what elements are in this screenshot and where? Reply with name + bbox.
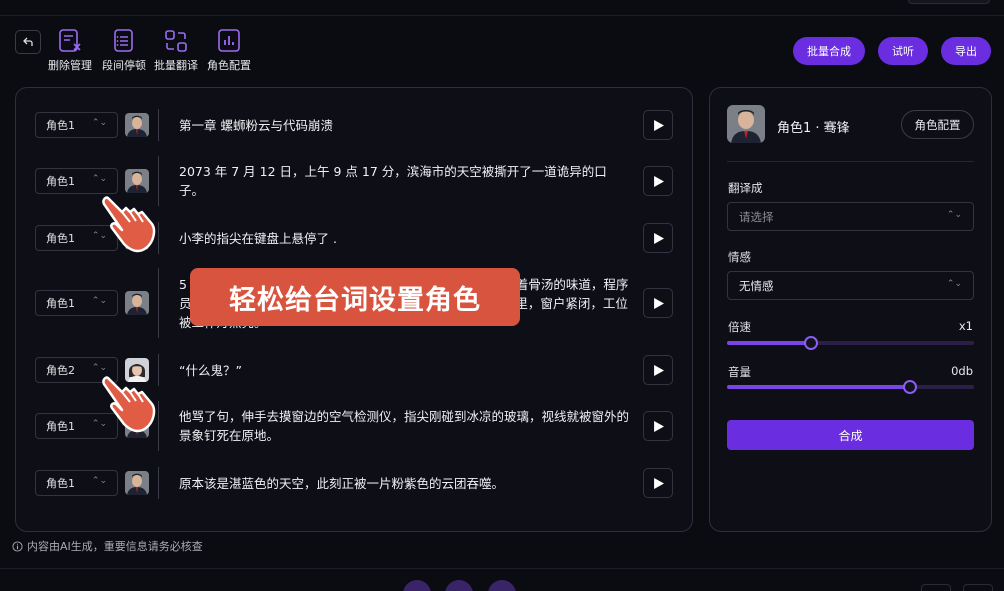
role-select[interactable]: 角色1 ⌃⌄ [35,470,118,496]
translate-placeholder: 请选择 [739,209,774,224]
info-icon [12,540,23,552]
pointing-hand-icon [102,376,156,433]
role-select[interactable]: 角色1 ⌃⌄ [35,290,118,316]
tool-label: 批量翻译 [154,59,198,72]
tool-label: 删除管理 [48,59,92,72]
speed-slider-fill [727,341,811,345]
chevron-updown-icon: ⌃⌄ [91,296,107,306]
pause-interval-icon [114,29,133,52]
play-button[interactable] [643,411,673,441]
role-select-value: 角色1 [46,420,75,433]
role-select-value: 角色1 [46,119,75,132]
play-button[interactable] [643,288,673,318]
volume-value: 0db [951,364,973,378]
synthesize-button[interactable]: 合成 [727,420,974,450]
role-select[interactable]: 角色1 ⌃⌄ [35,168,118,194]
back-arrow-icon [23,37,33,46]
top-right-tab[interactable] [908,0,990,4]
promo-overlay-banner: 轻松给台词设置角色 [190,268,520,326]
translate-label: 翻译成 [728,181,763,195]
pause-interval-button[interactable]: 段间停顿 [96,28,152,73]
line-text[interactable]: 原本该是湛蓝色的天空，此刻正被一片粉紫色的云团吞噬。 [179,474,629,493]
volume-slider-fill [727,385,910,389]
avatar [125,113,149,137]
role-name: 角色1 · 骞锋 [777,121,850,136]
play-button[interactable] [643,223,673,253]
play-icon [653,232,664,244]
line-text[interactable]: 他骂了句，伸手去摸窗边的空气检测仪，指尖刚碰到冰凉的玻璃，视线就被窗外的景象钉死… [179,407,629,445]
divider [727,161,974,162]
play-icon [653,297,664,309]
role-select[interactable]: 角色1 ⌃⌄ [35,112,118,138]
role-select-value: 角色1 [46,297,75,310]
speed-label: 倍速 [728,320,751,334]
avatar [125,169,149,193]
role-select-value: 角色1 [46,232,75,245]
batch-synthesize-button[interactable]: 批量合成 [793,37,865,65]
tool-label: 角色配置 [207,59,251,72]
batch-translate-icon [165,30,187,52]
role-settings-panel: 角色1 · 骞锋 角色配置 翻译成 请选择 ⌃⌄ 情感 无情感 ⌃⌄ 倍速 x1 音… [709,87,992,532]
app-root: 删除管理 段间停顿 批量翻译 角色配置 批量合成 试听 导出 角色1 ⌃⌄ 第一章 … [0,0,1004,591]
role-config-tool-button[interactable]: 角色配置 [201,28,257,73]
role-select-value: 角色1 [46,477,75,490]
speed-slider-handle[interactable] [803,336,818,350]
play-button[interactable] [643,355,673,385]
line-text[interactable]: 小李的指尖在键盘上悬停了 . [179,229,629,248]
chevron-updown-icon: ⌃⌄ [946,279,962,289]
ai-disclaimer: 内容由AI生成，重要信息请务必核查 [12,538,203,554]
line-text[interactable]: 第一章 螺蛳粉云与代码崩溃 [179,116,629,135]
line-divider [158,467,159,499]
play-button[interactable] [643,468,673,498]
avatar [727,105,765,143]
bottom-nav-button[interactable] [445,580,473,591]
play-icon [653,175,664,187]
bottom-divider [0,568,1004,569]
role-config-icon [218,29,240,52]
top-divider [0,15,1004,16]
play-icon [653,420,664,432]
line-text[interactable]: “什么鬼？” [179,361,629,380]
emotion-select[interactable]: 无情感 ⌃⌄ [727,271,974,300]
preview-button[interactable]: 试听 [878,37,928,65]
volume-label: 音量 [728,365,751,379]
role-config-button[interactable]: 角色配置 [901,110,974,139]
avatar [125,471,149,495]
play-button[interactable] [643,110,673,140]
play-icon [653,119,664,131]
line-divider [158,268,159,338]
chevron-updown-icon: ⌃⌄ [91,476,107,486]
delete-manage-button[interactable]: 删除管理 [42,28,98,73]
back-button[interactable] [15,30,41,54]
chevron-updown-icon: ⌃⌄ [91,174,107,184]
ai-disclaimer-text: 内容由AI生成，重要信息请务必核查 [27,540,203,553]
role-select-value: 角色1 [46,175,75,188]
bottom-right-control[interactable] [921,584,951,591]
play-icon [653,477,664,489]
play-icon [653,364,664,376]
speed-slider[interactable] [727,336,974,350]
chevron-updown-icon: ⌃⌄ [91,118,107,128]
bottom-nav-button[interactable] [403,580,431,591]
line-divider [158,109,159,141]
avatar [125,291,149,315]
speed-value: x1 [958,319,973,333]
bottom-right-control[interactable] [963,584,993,591]
role-select-value: 角色2 [46,364,75,377]
bottom-nav-button[interactable] [488,580,516,591]
line-text[interactable]: 2073 年 7 月 12 日，上午 9 点 17 分，滨海市的天空被撕开了一道… [179,162,629,200]
translate-select[interactable]: 请选择 ⌃⌄ [727,202,974,231]
volume-slider[interactable] [727,380,974,394]
emotion-value: 无情感 [739,278,774,293]
volume-slider-handle[interactable] [902,380,917,394]
export-button[interactable]: 导出 [941,37,991,65]
batch-translate-button[interactable]: 批量翻译 [148,28,204,73]
emotion-label: 情感 [728,250,751,264]
chevron-updown-icon: ⌃⌄ [946,210,962,220]
play-button[interactable] [643,166,673,196]
pointing-hand-icon [102,196,156,253]
tool-label: 段间停顿 [102,59,146,72]
delete-manage-icon [59,29,81,52]
